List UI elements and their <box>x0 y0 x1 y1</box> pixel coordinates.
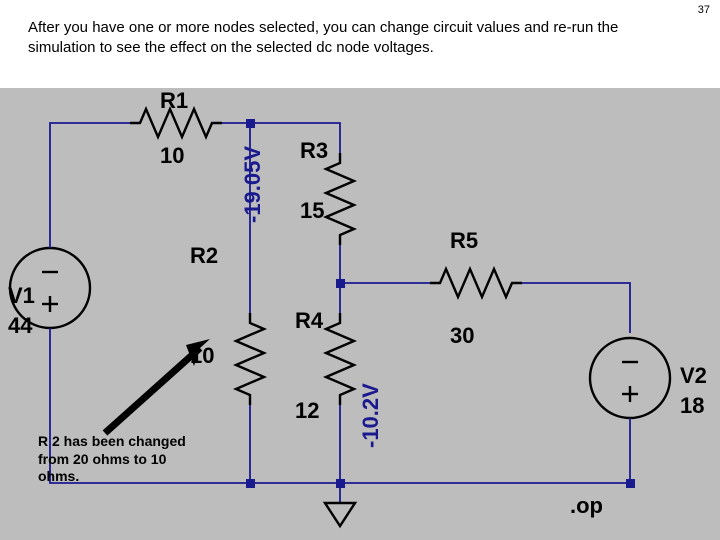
node1-voltage: -19.05V <box>240 146 266 223</box>
r2-label: R2 <box>190 243 218 269</box>
instruction-text: After you have one or more nodes selecte… <box>28 18 660 59</box>
node2-voltage: -10.2V <box>358 383 384 448</box>
spice-directive: .op <box>570 493 603 519</box>
r4-value: 12 <box>295 398 319 424</box>
v1-value: 44 <box>8 313 32 339</box>
r5-label: R5 <box>450 228 478 254</box>
v2-value: 18 <box>680 393 704 419</box>
v1-label: V1 <box>8 283 35 309</box>
v2-label: V2 <box>680 363 707 389</box>
r4-label: R4 <box>295 308 323 334</box>
r3-value: 15 <box>300 198 324 224</box>
annotation-note: R 2 has been changed from 20 ohms to 10 … <box>38 433 198 486</box>
r2-value: 10 <box>190 343 214 369</box>
r1-value: 10 <box>160 143 184 169</box>
r5-value: 30 <box>450 323 474 349</box>
r3-label: R3 <box>300 138 328 164</box>
r1-label: R1 <box>160 88 188 114</box>
page-number: 37 <box>698 4 710 16</box>
schematic-canvas: R1 10 R2 10 R3 15 R4 12 R5 30 V1 44 V2 1… <box>0 88 720 540</box>
